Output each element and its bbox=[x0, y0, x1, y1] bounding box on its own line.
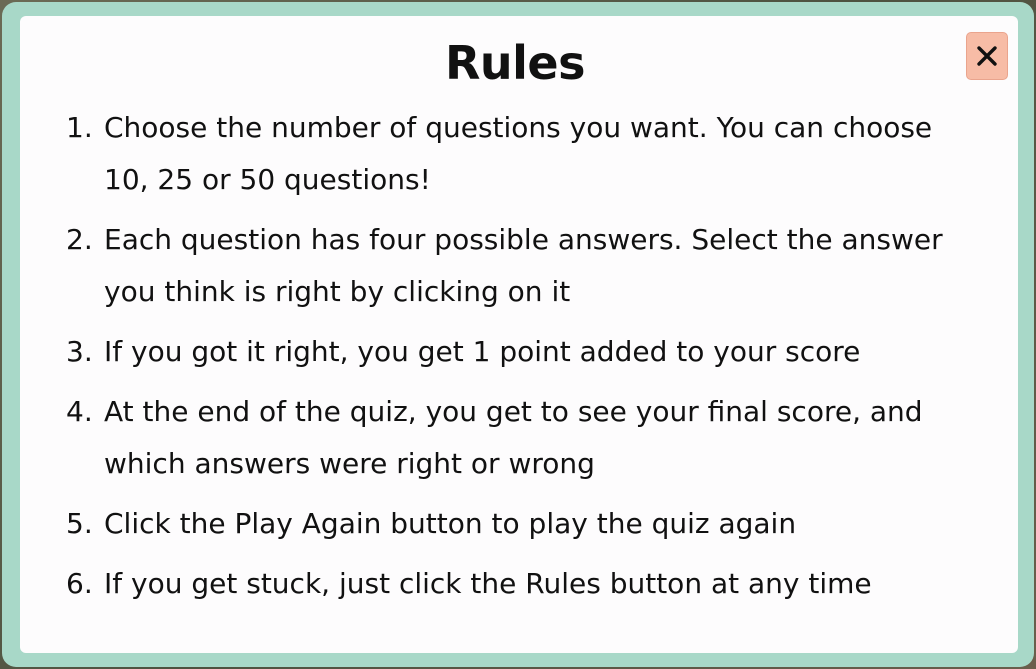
rules-modal: Rules 1. Choose the number of questions … bbox=[20, 16, 1018, 653]
rule-item: 4. At the end of the quiz, you get to se… bbox=[66, 386, 978, 490]
rule-item: 3. If you got it right, you get 1 point … bbox=[66, 326, 978, 378]
modal-title: Rules bbox=[444, 36, 586, 90]
rule-text: Click the Play Again button to play the … bbox=[104, 507, 797, 540]
close-icon bbox=[975, 44, 999, 68]
rule-item: 6. If you get stuck, just click the Rule… bbox=[66, 558, 978, 610]
rule-text: Each question has four possible answers.… bbox=[104, 223, 943, 308]
rule-item: 2. Each question has four possible answe… bbox=[66, 214, 978, 318]
rule-item: 1. Choose the number of questions you wa… bbox=[66, 102, 978, 206]
rule-number: 4. bbox=[66, 395, 93, 428]
rule-number: 3. bbox=[66, 335, 93, 368]
rule-text: Choose the number of questions you want.… bbox=[104, 111, 933, 196]
rule-text: At the end of the quiz, you get to see y… bbox=[104, 395, 923, 480]
rule-number: 6. bbox=[66, 567, 93, 600]
close-button[interactable] bbox=[966, 32, 1008, 80]
rules-modal-frame: Rules 1. Choose the number of questions … bbox=[2, 2, 1034, 667]
rule-item: 5. Click the Play Again button to play t… bbox=[66, 498, 978, 550]
rule-number: 1. bbox=[66, 111, 93, 144]
rule-text: If you get stuck, just click the Rules b… bbox=[104, 567, 872, 600]
rule-text: If you got it right, you get 1 point add… bbox=[104, 335, 861, 368]
rules-list: 1. Choose the number of questions you wa… bbox=[52, 102, 978, 610]
rule-number: 5. bbox=[66, 507, 93, 540]
rule-number: 2. bbox=[66, 223, 93, 256]
